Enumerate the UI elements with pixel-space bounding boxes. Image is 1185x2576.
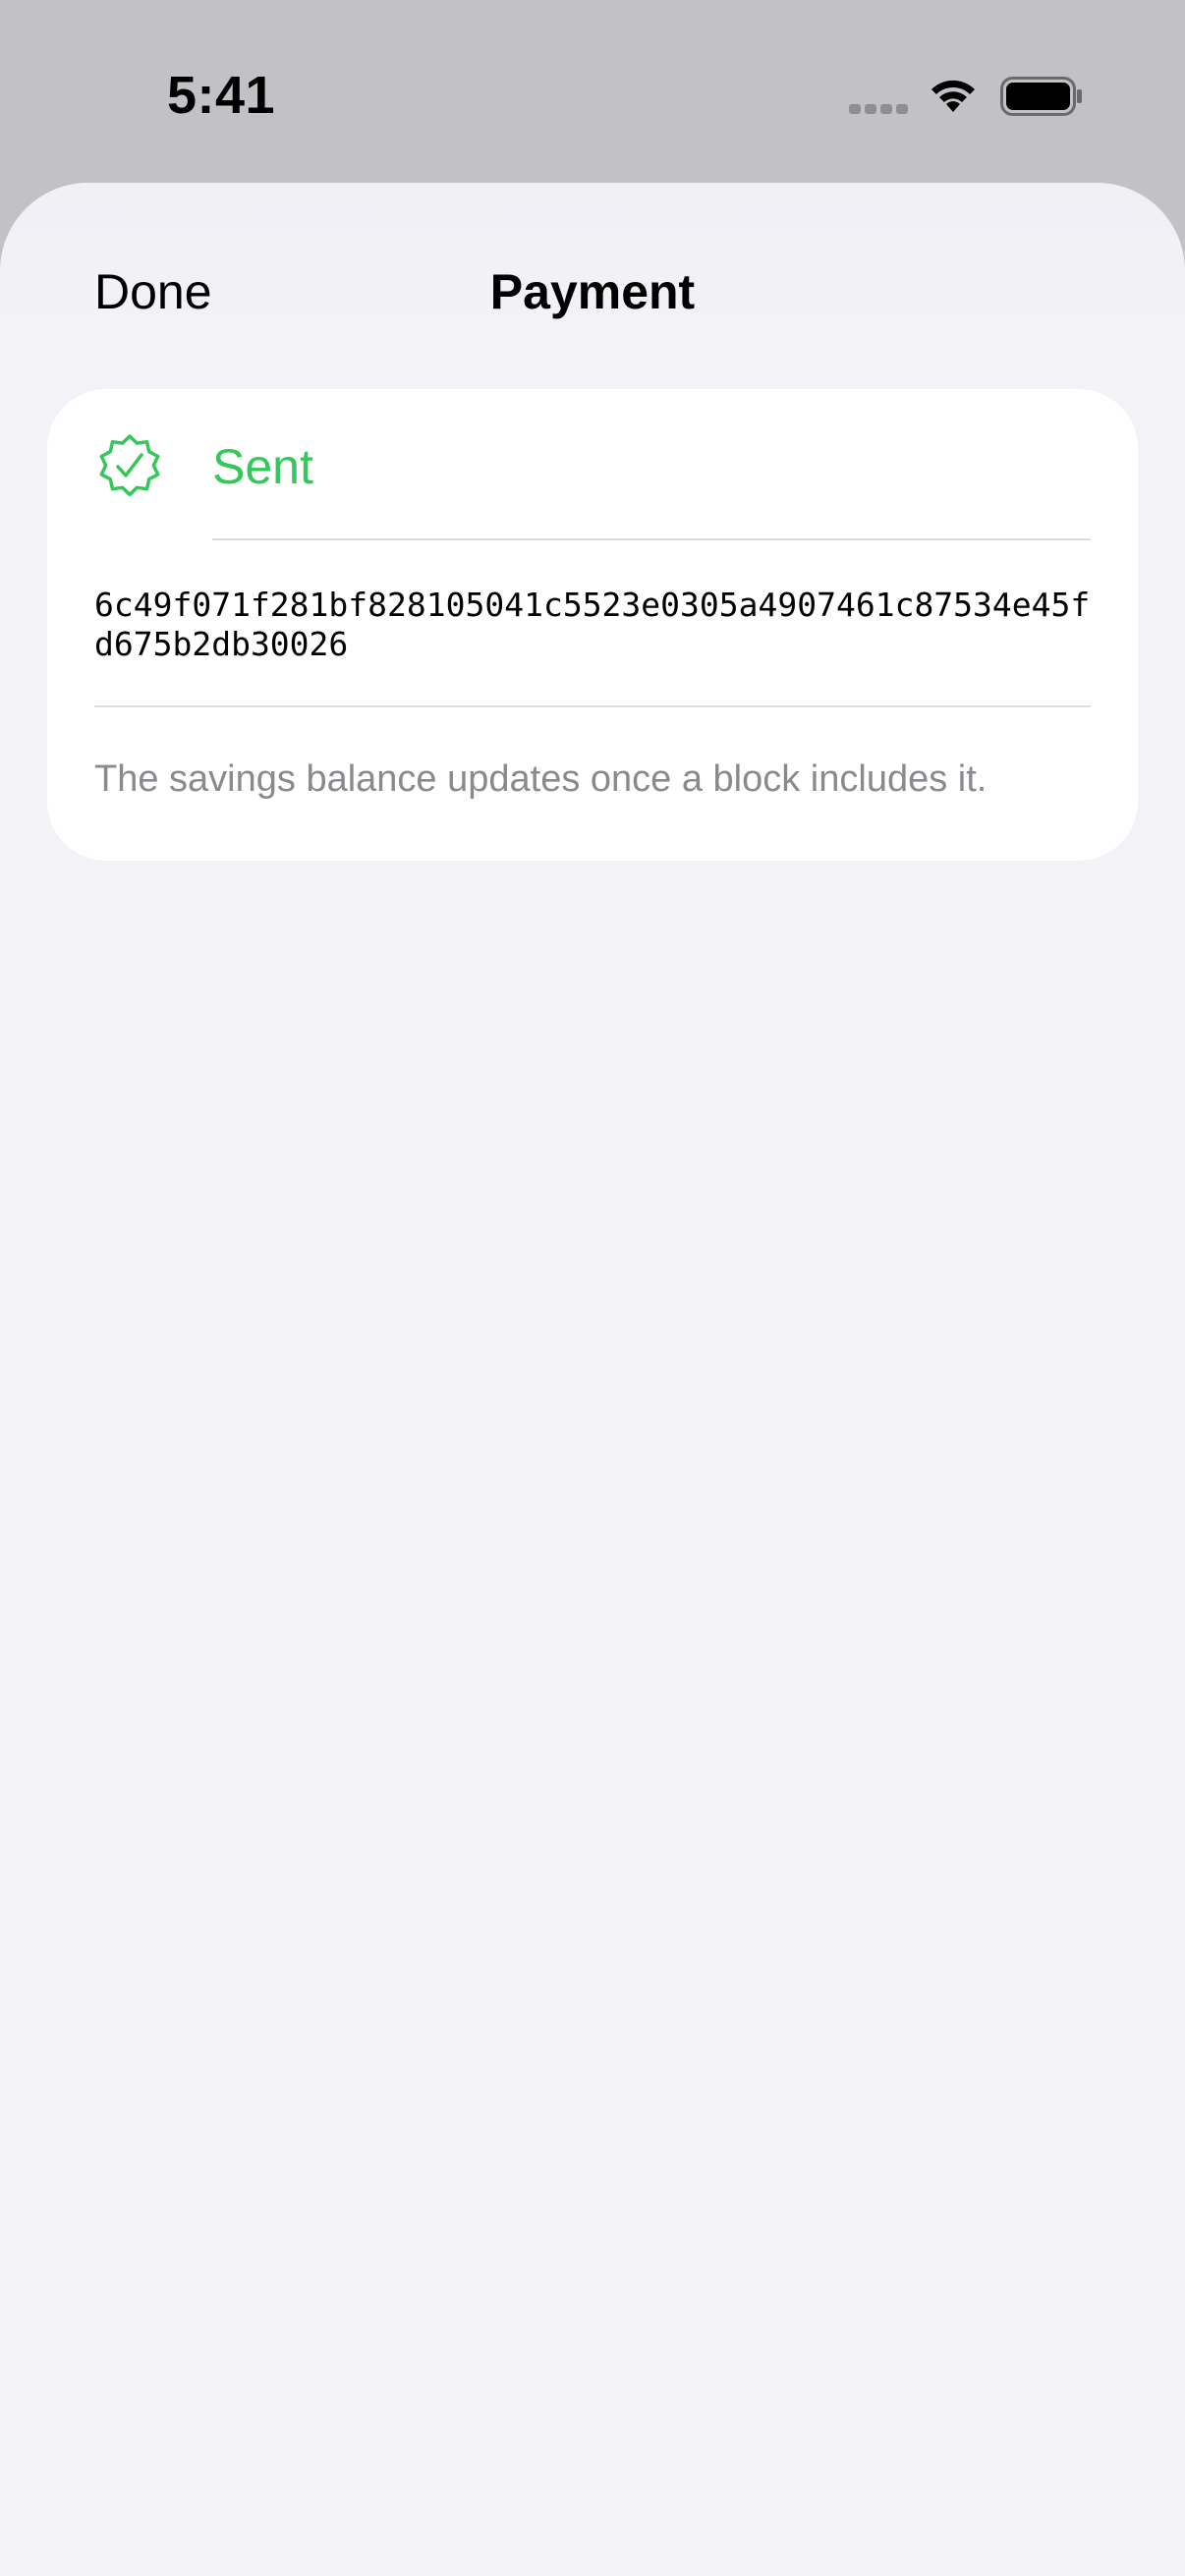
status-time: 5:41 [167, 66, 276, 125]
divider [212, 538, 1091, 540]
status-label: Sent [212, 439, 313, 494]
status-bar: 5:41 [0, 0, 1185, 183]
battery-icon [1000, 77, 1082, 116]
page-title: Payment [489, 264, 696, 319]
check-badge-icon [99, 434, 160, 497]
payment-card: Sent 6c49f071f281bf828105041c5523e0305a4… [47, 389, 1138, 861]
signal-icon [849, 104, 908, 114]
status-row: Sent [47, 389, 1138, 538]
transaction-hash: 6c49f071f281bf828105041c5523e0305a490746… [94, 586, 1091, 663]
payment-sheet: Done Payment Sent 6c49f071f281bf82810504… [0, 183, 1185, 2576]
nav-bar: Done Payment [0, 183, 1185, 340]
wifi-icon [931, 80, 975, 112]
divider [94, 705, 1091, 707]
confirmation-note: The savings balance updates once a block… [94, 758, 988, 800]
